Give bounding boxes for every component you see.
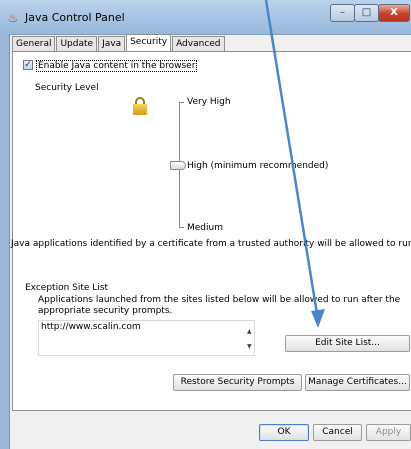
window-frame-left bbox=[0, 34, 9, 449]
level-very-high-label: Very High bbox=[187, 97, 231, 107]
close-button[interactable]: X bbox=[378, 4, 410, 22]
slider-tick-very-high bbox=[180, 102, 184, 103]
window-title: Java Control Panel bbox=[25, 11, 125, 24]
enable-java-checkbox[interactable]: ✓ bbox=[23, 60, 33, 70]
security-panel: ✓ Enable Java content in the browser Sec… bbox=[11, 51, 411, 411]
exception-site-list[interactable]: http://www.scalin.com bbox=[38, 320, 255, 356]
security-level-heading: Security Level bbox=[35, 83, 99, 93]
exception-description: Applications launched from the sites lis… bbox=[38, 295, 401, 316]
cancel-button[interactable]: Cancel bbox=[313, 424, 362, 441]
minimize-button[interactable]: – bbox=[330, 4, 355, 22]
scroll-down-icon[interactable]: ▼ bbox=[247, 343, 252, 350]
edit-site-list-button[interactable]: Edit Site List... bbox=[285, 335, 410, 352]
scroll-up-icon[interactable]: ▲ bbox=[247, 328, 252, 335]
exception-site-list-heading: Exception Site List bbox=[25, 283, 109, 293]
ok-button[interactable]: OK bbox=[259, 424, 309, 441]
tab-strip: General Update Java Security Advanced bbox=[12, 34, 226, 51]
tab-security[interactable]: Security bbox=[126, 34, 172, 51]
apply-button: Apply bbox=[366, 424, 411, 441]
level-high-label: High (minimum recommended) bbox=[187, 161, 329, 171]
title-bar: ♨ Java Control Panel – □ X bbox=[0, 0, 411, 35]
tab-update[interactable]: Update bbox=[56, 36, 98, 51]
exception-site-item[interactable]: http://www.scalin.com bbox=[41, 322, 141, 332]
tab-java[interactable]: Java bbox=[98, 36, 126, 51]
tab-general[interactable]: General bbox=[12, 36, 56, 51]
security-level-slider-thumb[interactable] bbox=[170, 161, 186, 170]
enable-java-label[interactable]: Enable Java content in the browser bbox=[36, 60, 198, 72]
slider-tick-medium bbox=[180, 227, 184, 228]
restore-security-prompts-button[interactable]: Restore Security Prompts bbox=[173, 374, 302, 391]
level-medium-label: Medium bbox=[187, 223, 223, 233]
maximize-button[interactable]: □ bbox=[354, 4, 379, 22]
trusted-authority-note: Java applications identified by a certif… bbox=[11, 239, 411, 249]
java-cup-icon: ♨ bbox=[7, 11, 19, 25]
padlock-icon bbox=[133, 97, 147, 115]
tab-advanced[interactable]: Advanced bbox=[172, 36, 225, 51]
window-frame-edge bbox=[9, 34, 10, 449]
manage-certificates-button[interactable]: Manage Certificates... bbox=[305, 374, 410, 391]
